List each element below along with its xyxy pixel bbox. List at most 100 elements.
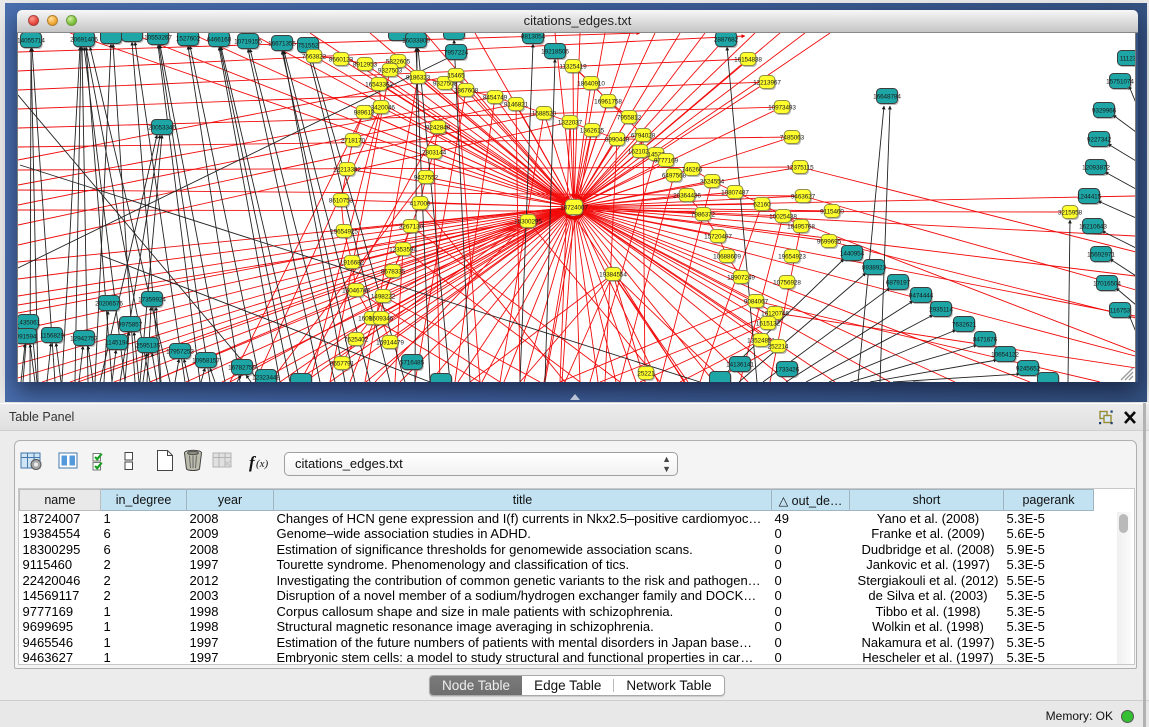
svg-text:17359924: 17359924: [138, 297, 166, 304]
svg-text:1527602: 1527602: [176, 36, 201, 43]
svg-text:19654925: 19654925: [330, 229, 358, 236]
svg-text:2718170: 2718170: [341, 138, 366, 145]
svg-text:7485063: 7485063: [780, 135, 805, 142]
svg-text:6497568: 6497568: [662, 173, 687, 180]
svg-text:1362615: 1362615: [580, 128, 605, 135]
svg-text:9329966: 9329966: [1092, 108, 1117, 115]
svg-text:16961758: 16961758: [594, 99, 622, 106]
svg-text:8912953: 8912953: [353, 62, 378, 69]
svg-text:417006: 417006: [410, 201, 431, 208]
svg-text:9474444: 9474444: [909, 293, 934, 300]
svg-text:18300295: 18300295: [514, 219, 542, 226]
svg-text:16210643: 16210643: [1079, 224, 1107, 231]
svg-text:10958157: 10958157: [192, 358, 220, 365]
svg-text:9463627: 9463627: [791, 194, 816, 201]
svg-text:1145194: 1145194: [105, 340, 129, 347]
svg-text:9699695: 9699695: [817, 239, 842, 246]
svg-text:989613: 989613: [354, 110, 375, 117]
svg-text:16914479: 16914479: [376, 340, 404, 347]
svg-text:1498222: 1498222: [371, 294, 396, 301]
svg-text:9327503: 9327503: [378, 68, 403, 75]
svg-text:8678335: 8678335: [381, 269, 406, 276]
svg-text:(x): (x): [256, 458, 269, 470]
svg-text:10553267: 10553267: [144, 35, 172, 42]
svg-text:8610753: 8610753: [329, 198, 354, 205]
svg-text:391594: 391594: [18, 334, 37, 341]
svg-text:8471676: 8471676: [973, 337, 998, 344]
svg-text:6466160: 6466160: [207, 37, 232, 44]
svg-text:2367608: 2367608: [454, 88, 479, 95]
svg-text:10688609: 10688609: [713, 254, 741, 261]
svg-text:18495768: 18495768: [787, 224, 815, 231]
svg-text:7663822: 7663822: [302, 54, 327, 61]
svg-text:8186323: 8186323: [406, 75, 431, 82]
svg-text:1609346: 1609346: [369, 316, 394, 323]
svg-text:10973493: 10973493: [768, 105, 796, 112]
svg-text:3624554: 3624554: [700, 179, 725, 186]
svg-text:8813054: 8813054: [521, 34, 546, 41]
svg-text:6879197: 6879197: [886, 280, 911, 287]
svg-text:8990448: 8990448: [605, 137, 630, 144]
svg-text:9975857: 9975857: [118, 322, 143, 329]
svg-text:25221: 25221: [637, 371, 655, 378]
svg-text:10654122: 10654122: [991, 352, 1019, 359]
svg-text:17016504: 17016504: [1093, 281, 1121, 288]
svg-text:18640910: 18640910: [577, 81, 605, 88]
svg-text:1916682: 1916682: [340, 260, 365, 267]
svg-text:12213382: 12213382: [333, 167, 361, 174]
svg-text:6794028: 6794028: [631, 133, 656, 140]
svg-text:7625402: 7625402: [344, 337, 369, 344]
svg-text:9146821: 9146821: [504, 102, 529, 109]
svg-text:1322037: 1322037: [558, 120, 583, 127]
svg-text:10719155: 10719155: [234, 39, 262, 46]
svg-text:9245652: 9245652: [1016, 366, 1041, 373]
svg-text:252214: 252214: [768, 344, 789, 351]
svg-text:9115460: 9115460: [820, 209, 844, 216]
svg-text:7632621: 7632621: [952, 322, 977, 329]
svg-text:20364436: 20364436: [673, 193, 701, 200]
svg-text:1615132: 1615132: [756, 321, 781, 328]
svg-text:12323448: 12323448: [252, 375, 280, 382]
svg-text:2595135: 2595135: [136, 343, 161, 350]
svg-text:18907249: 18907249: [727, 275, 755, 282]
svg-text:9084067: 9084067: [744, 299, 769, 306]
svg-text:16033809: 16033809: [402, 38, 430, 45]
svg-text:10807487: 10807487: [721, 190, 749, 197]
svg-text:15720407: 15720407: [704, 234, 732, 241]
svg-text:15751074: 15751074: [1106, 79, 1134, 86]
svg-text:15692971: 15692971: [1087, 252, 1115, 259]
svg-text:2935114: 2935114: [929, 307, 953, 314]
svg-text:14055714: 14055714: [18, 38, 45, 45]
svg-text:14136141: 14136141: [726, 362, 754, 369]
svg-text:1588520: 1588520: [532, 111, 557, 118]
svg-text:16671355: 16671355: [268, 41, 296, 48]
svg-text:20206576: 20206576: [95, 301, 123, 308]
svg-text:12375115: 12375115: [786, 165, 814, 172]
svg-text:751552: 751552: [298, 43, 319, 50]
svg-text:1156829: 1156829: [40, 333, 64, 340]
svg-text:62160: 62160: [753, 202, 771, 209]
svg-text:10756928: 10756928: [773, 280, 801, 287]
svg-text:12353594: 12353594: [389, 247, 417, 254]
svg-text:20691406: 20691406: [70, 37, 98, 44]
svg-text:1244415: 1244415: [1077, 194, 1102, 201]
svg-text:16782759: 16782759: [228, 365, 256, 372]
svg-text:17957253: 17957253: [166, 349, 194, 356]
svg-text:12213967: 12213967: [753, 80, 781, 87]
svg-text:1440954: 1440954: [840, 251, 865, 258]
svg-text:12942757: 12942757: [70, 336, 98, 343]
svg-text:9777169: 9777169: [654, 158, 679, 165]
svg-text:16046748: 16046748: [342, 288, 370, 295]
svg-text:8454749: 8454749: [483, 95, 508, 102]
svg-text:11325419: 11325419: [559, 64, 587, 71]
svg-text:3215958: 3215958: [1058, 210, 1083, 217]
svg-text:15465: 15465: [447, 73, 465, 80]
svg-text:8938923: 8938923: [862, 265, 887, 272]
svg-text:9227342: 9227342: [1087, 137, 1112, 144]
svg-text:2803144: 2803144: [422, 150, 447, 157]
svg-text:116753: 116753: [1110, 308, 1131, 315]
svg-text:746266: 746266: [682, 167, 703, 174]
svg-text:9427552: 9427552: [414, 175, 439, 182]
svg-text:16154838: 16154838: [734, 57, 762, 64]
svg-text:12093872: 12093872: [1082, 165, 1110, 172]
